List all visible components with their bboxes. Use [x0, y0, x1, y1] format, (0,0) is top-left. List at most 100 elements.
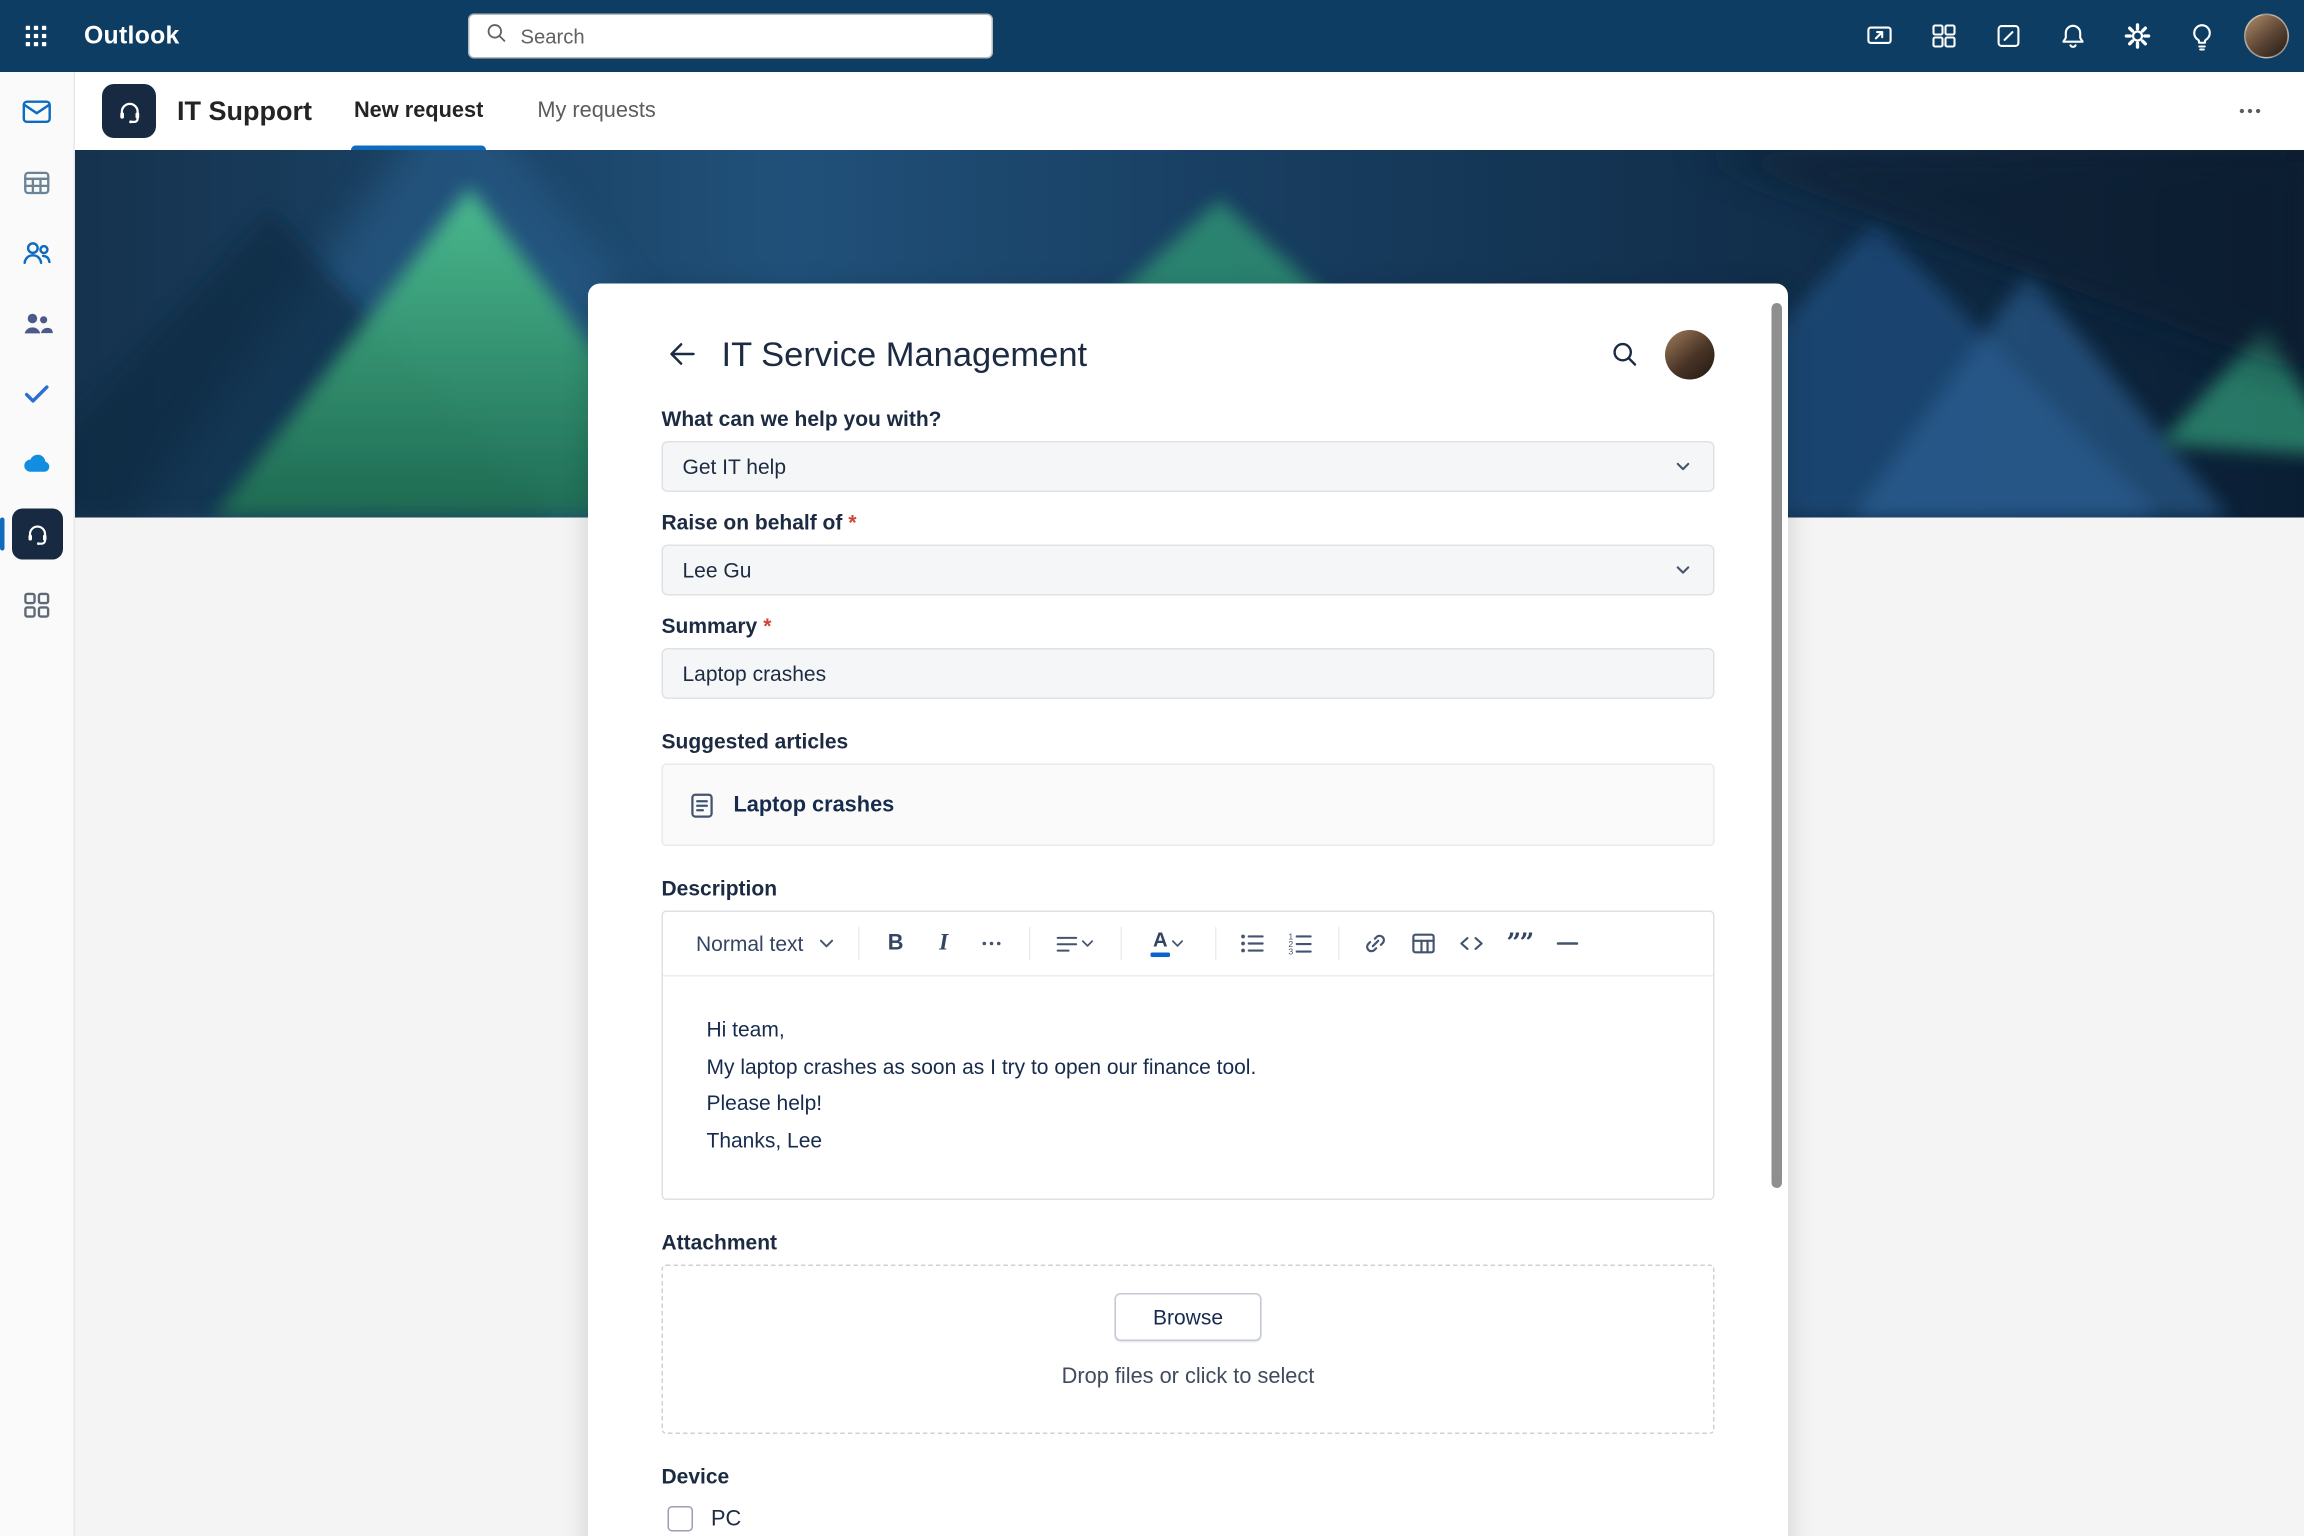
form-title: IT Service Management — [722, 334, 1088, 375]
device-option-pc[interactable]: PC — [662, 1499, 1715, 1536]
outlook-window: Outlook — [0, 0, 2304, 1536]
card-header: IT Service Management — [662, 329, 1715, 380]
help-label: What can we help you with? — [662, 407, 1715, 431]
italic-button[interactable]: I — [920, 920, 967, 967]
back-arrow-icon[interactable] — [662, 333, 704, 375]
text-color-button[interactable]: A — [1135, 920, 1201, 967]
chevron-down-icon — [1673, 456, 1694, 477]
request-form-card: IT Service Management What can we help y… — [588, 284, 1788, 1536]
required-asterisk: * — [848, 510, 856, 534]
bullet-list-icon[interactable] — [1229, 920, 1276, 967]
checkbox-label: PC — [711, 1507, 741, 1531]
editor-line: Hi team, — [707, 1011, 1670, 1048]
more-options-icon[interactable] — [2226, 87, 2274, 135]
profile-avatar[interactable] — [2241, 11, 2292, 62]
editor-line: Thanks, Lee — [707, 1121, 1670, 1158]
article-doc-icon — [687, 790, 717, 820]
quote-icon[interactable]: ”” — [1496, 920, 1543, 967]
rail-people-icon[interactable] — [7, 222, 67, 282]
suggested-articles-label: Suggested articles — [662, 729, 1715, 753]
main-content: IT Support New request My requests — [75, 72, 2304, 1536]
text-color-icon: A — [1151, 930, 1171, 957]
editor-line: Please help! — [707, 1085, 1670, 1122]
search-icon — [485, 20, 509, 52]
chevron-down-icon — [1170, 936, 1185, 951]
article-title: Laptop crashes — [734, 793, 895, 817]
rail-it-support-app-icon[interactable] — [7, 504, 67, 564]
editor-toolbar: Normal text B I — [663, 912, 1713, 977]
more-formatting-icon[interactable] — [968, 920, 1015, 967]
avatar-image — [2244, 14, 2289, 59]
attachment-dropzone[interactable]: Browse Drop files or click to select — [662, 1265, 1715, 1435]
behalf-select-value: Lee Gu — [683, 558, 752, 582]
app-launcher-icon[interactable] — [0, 0, 72, 72]
tab-new-request[interactable]: New request — [351, 72, 486, 150]
required-asterisk: * — [763, 614, 771, 638]
app-header: IT Support New request My requests — [75, 72, 2304, 150]
numbered-list-icon[interactable]: 123 — [1277, 920, 1324, 967]
tab-label: New request — [354, 99, 483, 123]
suggested-article-item[interactable]: Laptop crashes — [662, 764, 1715, 847]
rail-calendar-icon[interactable] — [7, 152, 67, 212]
toolbar-divider — [1337, 927, 1339, 960]
topbar-actions — [1854, 0, 2292, 72]
app-title: IT Support — [177, 95, 312, 127]
toolbar-divider — [1028, 927, 1030, 960]
text-style-dropdown[interactable]: Normal text — [687, 920, 844, 967]
summary-input[interactable] — [662, 648, 1715, 699]
svg-text:3: 3 — [1288, 947, 1293, 957]
rail-more-apps-icon[interactable] — [7, 575, 67, 635]
summary-label: Summary* — [662, 614, 1715, 638]
bold-button[interactable]: B — [872, 920, 919, 967]
drop-files-text: Drop files or click to select — [1062, 1365, 1315, 1389]
description-label: Description — [662, 876, 1715, 900]
link-icon[interactable] — [1352, 920, 1399, 967]
rail-groups-icon[interactable] — [7, 293, 67, 353]
it-support-app-tile — [11, 509, 62, 560]
search-bar[interactable] — [468, 14, 993, 59]
card-search-icon[interactable] — [1599, 329, 1650, 380]
notes-icon[interactable] — [1983, 11, 2034, 62]
device-label: Device — [662, 1464, 1715, 1488]
code-icon[interactable] — [1448, 920, 1495, 967]
rail-todo-icon[interactable] — [7, 363, 67, 423]
toolbar-divider — [1214, 927, 1216, 960]
horizontal-rule-icon[interactable] — [1544, 920, 1591, 967]
table-icon[interactable] — [1400, 920, 1447, 967]
it-support-logo — [102, 84, 156, 138]
help-select[interactable]: Get IT help — [662, 441, 1715, 492]
tab-my-requests[interactable]: My requests — [534, 72, 658, 150]
m365-apps-icon[interactable] — [1919, 11, 1970, 62]
editor-body[interactable]: Hi team, My laptop crashes as soon as I … — [663, 977, 1713, 1193]
topbar: Outlook — [0, 0, 2304, 72]
behalf-label: Raise on behalf of* — [662, 510, 1715, 534]
rail-mail-icon[interactable] — [7, 81, 67, 141]
toolbar-divider — [1120, 927, 1122, 960]
chevron-down-icon — [1673, 560, 1694, 581]
search-input[interactable] — [521, 25, 977, 48]
text-style-value: Normal text — [696, 932, 803, 956]
outlook-wordmark[interactable]: Outlook — [84, 22, 180, 51]
alignment-button[interactable] — [1043, 920, 1106, 967]
editor-line: My laptop crashes as soon as I try to op… — [707, 1048, 1670, 1085]
attachment-label: Attachment — [662, 1230, 1715, 1254]
help-select-value: Get IT help — [683, 455, 787, 479]
meet-now-icon[interactable] — [1854, 11, 1905, 62]
browse-button[interactable]: Browse — [1114, 1293, 1262, 1341]
card-scrollbar[interactable] — [1772, 303, 1783, 1188]
chevron-down-icon — [817, 935, 835, 953]
app-rail — [0, 72, 75, 1536]
notifications-bell-icon[interactable] — [2048, 11, 2099, 62]
checkbox-pc[interactable] — [668, 1506, 694, 1532]
toolbar-divider — [857, 927, 859, 960]
rail-onedrive-icon[interactable] — [7, 434, 67, 494]
card-user-avatar[interactable] — [1665, 329, 1715, 379]
description-editor: Normal text B I — [662, 911, 1715, 1201]
tips-lightbulb-icon[interactable] — [2177, 11, 2228, 62]
behalf-select[interactable]: Lee Gu — [662, 545, 1715, 596]
settings-gear-icon[interactable] — [2112, 11, 2163, 62]
tab-label: My requests — [537, 99, 655, 123]
device-options: PC Laptop Tablet — [662, 1499, 1715, 1536]
app-tabs: New request My requests — [351, 72, 707, 150]
chevron-down-icon — [1080, 936, 1095, 951]
